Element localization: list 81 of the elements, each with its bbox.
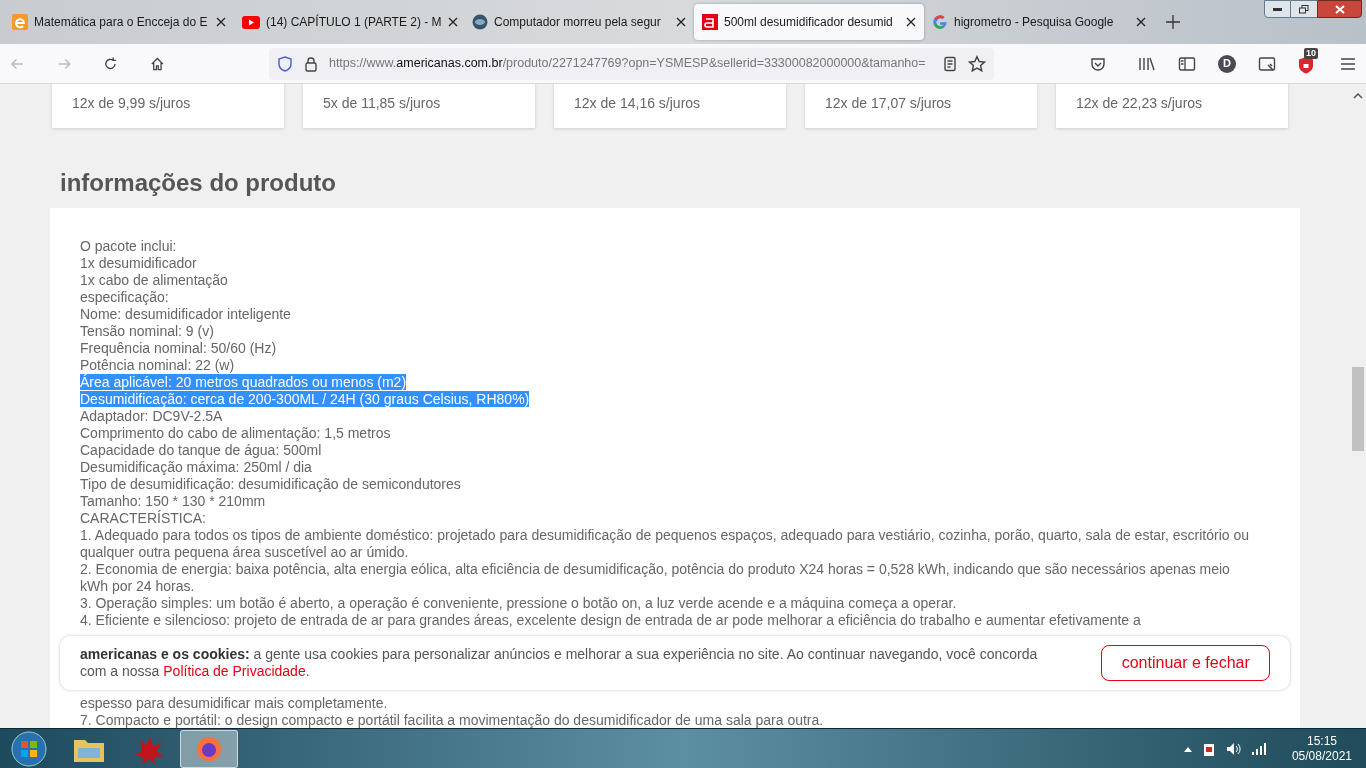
installment-text: 12x de 9,99 s/juros bbox=[72, 94, 191, 113]
description-line: Frequência nominal: 50/60 (Hz) bbox=[80, 340, 277, 356]
cookie-notice-text: americanas e os cookies: a gente usa cookies para personalizar anúncios e melhorar a sua experiência no site. Ao continuar navegando, você concorda com a nossa Política de Privacidade. bbox=[80, 646, 1039, 680]
description-line: CARACTERÍSTICA: bbox=[80, 510, 206, 526]
sidebar-icon[interactable] bbox=[1178, 55, 1196, 72]
menu-icon[interactable] bbox=[1340, 56, 1356, 71]
price-card[interactable]: 12x de 14,16 s/juros bbox=[554, 84, 786, 128]
price-card[interactable]: 12x de 22,23 s/juros bbox=[1056, 84, 1288, 128]
minimize-icon bbox=[1273, 7, 1282, 11]
browser-tab[interactable]: higrometro - Pesquisa Google bbox=[924, 4, 1154, 40]
close-tab-icon[interactable] bbox=[676, 17, 686, 27]
description-line: 7. Compacto e portátil: o design compacto e portátil facilita a movimentação do desumidificador de uma sala para outra. bbox=[80, 712, 825, 728]
tab-title: 500ml desumidificador desumid bbox=[724, 14, 894, 31]
description-line: Capacidade do tanque de água: 500ml bbox=[80, 442, 322, 458]
clock-date: 05/08/2021 bbox=[1291, 748, 1352, 764]
description-line: 1x desumidificador bbox=[80, 255, 197, 271]
description-line: Nome: desumidificador inteligente bbox=[80, 306, 291, 322]
continue-button[interactable]: continuar e fechar bbox=[1101, 645, 1270, 681]
installment-text: 12x de 17,07 s/juros bbox=[825, 94, 952, 113]
installment-text: 12x de 14,16 s/juros bbox=[574, 94, 701, 113]
lock-icon bbox=[302, 55, 319, 72]
close-tab-icon[interactable] bbox=[447, 17, 458, 27]
show-hidden-icons-icon[interactable] bbox=[1183, 745, 1192, 752]
close-icon bbox=[1334, 4, 1345, 14]
browser-tab[interactable]: (14) CAPÍTULO 1 (PARTE 2) - M bbox=[234, 4, 464, 40]
tab-title: (14) CAPÍTULO 1 (PARTE 2) - M bbox=[266, 13, 442, 31]
reload-icon[interactable] bbox=[103, 55, 119, 72]
globe-icon bbox=[472, 14, 488, 30]
description-line: O pacote inclui: bbox=[80, 238, 177, 254]
description-line: 4. Eficiente e silencioso: projeto de entrada de ar para grandes áreas, excelente design de entrada de ar pode melhorar a eficiência do trabalho e aumentar efetivamente a bbox=[80, 612, 1141, 628]
url-text: https://www.americanas.com.br/produto/2271247769?opn=YSMESP&sellerid=33300082000000&tamanho= bbox=[328, 55, 927, 73]
account-avatar[interactable]: D bbox=[1218, 54, 1236, 73]
price-card[interactable]: 5x de 11,85 s/juros bbox=[303, 84, 535, 128]
start-button[interactable] bbox=[10, 729, 48, 768]
address-field[interactable]: https://www.americanas.com.br/produto/2271247769?opn=YSMESP&sellerid=33300082000000&tamanho= bbox=[268, 47, 994, 80]
star-icon[interactable] bbox=[968, 54, 986, 73]
new-tab-icon[interactable] bbox=[1166, 15, 1180, 29]
close-tab-icon[interactable] bbox=[906, 17, 916, 27]
library-icon[interactable] bbox=[1138, 55, 1156, 72]
tab-title: Computador morreu pela segur bbox=[494, 14, 662, 31]
restore-icon bbox=[1299, 4, 1309, 14]
description-line: 1. Adequado para todos os tipos de ambiente doméstico: projetado para desumidificação de pequenos espaços, adequado para vestiário, cozinha, porão, quarto, sala de estar, escritório ou qualquer outra pequena área suscetível ao ar úmido. bbox=[80, 527, 1249, 560]
description-line: Potência nominal: 22 (w) bbox=[80, 357, 235, 373]
scroll-up-icon[interactable] bbox=[1353, 92, 1363, 100]
close-button[interactable] bbox=[1317, 0, 1362, 18]
signal-icon[interactable] bbox=[1251, 742, 1266, 755]
browser-tab[interactable]: Matemática para o Encceja do E bbox=[4, 4, 234, 40]
restore-button[interactable] bbox=[1291, 0, 1317, 18]
screenshot-icon[interactable] bbox=[1258, 55, 1276, 72]
minimize-button[interactable] bbox=[1264, 0, 1291, 18]
description-line: Adaptador: DC9V-2.5A bbox=[80, 408, 223, 424]
description-line: 1x cabo de alimentação bbox=[80, 272, 228, 288]
browser-tab[interactable]: Computador morreu pela segur bbox=[464, 4, 694, 40]
price-card[interactable]: 12x de 17,07 s/juros bbox=[805, 84, 1037, 128]
shield-icon bbox=[276, 55, 293, 72]
section-heading: informações do produto bbox=[60, 168, 337, 198]
home-icon[interactable] bbox=[150, 55, 165, 72]
description-line: Desumidificação máxima: 250ml / dia bbox=[80, 459, 312, 475]
firefox-taskbar-button[interactable] bbox=[180, 729, 238, 768]
description-line: 2. Economia de energia: baixa potência, alta energia eólica, alta eficiência de desumidificação, potência do produto X24 horas = 0,528 kWh, indicando que são necessários apenas meio kWh por 24 horas. bbox=[80, 561, 1230, 594]
tab-title: Matemática para o Encceja do E bbox=[34, 14, 209, 31]
privacy-policy-link[interactable]: Política de Privacidade bbox=[163, 663, 306, 679]
close-tab-icon[interactable] bbox=[1136, 17, 1146, 27]
description-line: Tamanho: 150 * 130 * 210mm bbox=[80, 493, 266, 509]
description-line: espesso para desumidificar mais completamente. bbox=[80, 695, 389, 712]
price-card[interactable]: 12x de 9,99 s/juros bbox=[52, 84, 284, 128]
notification-badge: 10 bbox=[1304, 47, 1318, 59]
volume-icon[interactable] bbox=[1225, 741, 1242, 756]
scrollbar-thumb[interactable] bbox=[1352, 367, 1364, 451]
description-line: 3. Operação simples: um botão é aberto, a operação é conveniente, pressione o botão on, a luz verde acende e a máquina começa a operar. bbox=[80, 595, 957, 611]
close-tab-icon[interactable] bbox=[216, 17, 226, 27]
installment-text: 5x de 11,85 s/juros bbox=[323, 94, 441, 113]
tab-title: higrometro - Pesquisa Google bbox=[954, 14, 1115, 31]
clock-time: 15:15 bbox=[1306, 733, 1337, 749]
browser-tab[interactable]: 500ml desumidificador desumid bbox=[694, 4, 924, 40]
description-line: Tipo de desumidificação: desumidificação de semicondutores bbox=[80, 476, 461, 492]
description-line: Comprimento do cabo de alimentação: 1,5 metros bbox=[80, 425, 391, 441]
description-line: especificação: bbox=[80, 289, 169, 305]
installment-text: 12x de 22,23 s/juros bbox=[1076, 94, 1203, 113]
reader-view-icon[interactable] bbox=[942, 55, 958, 72]
description-line: Tensão nominal: 9 (v) bbox=[80, 323, 214, 339]
